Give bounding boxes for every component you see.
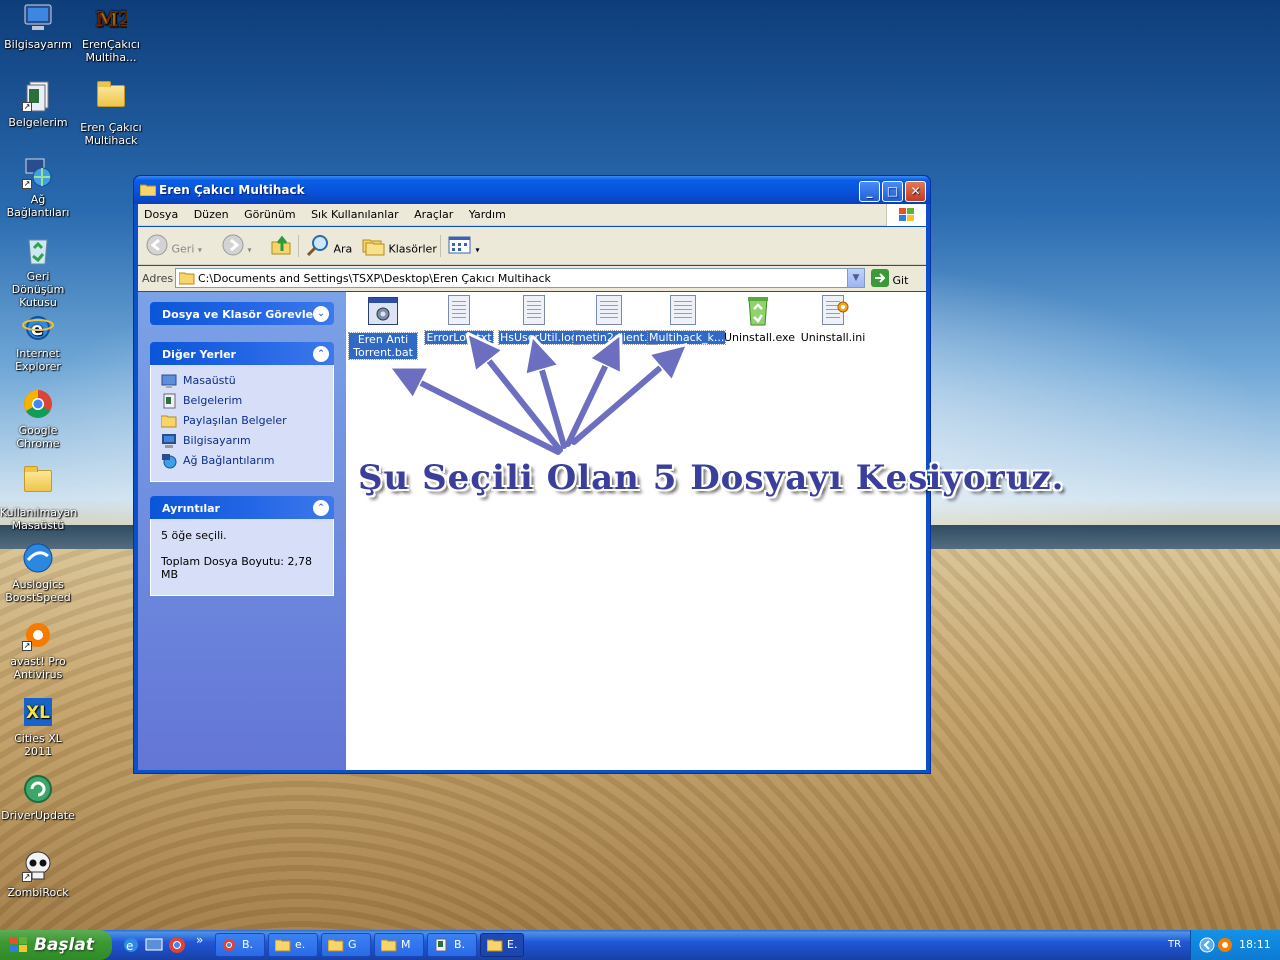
taskbar-item-active[interactable]: E. [480, 933, 524, 957]
language-indicator[interactable]: TR [1168, 939, 1181, 950]
taskbar-item-label: M [401, 938, 411, 951]
quicklaunch-desktop-icon[interactable] [145, 936, 163, 954]
quicklaunch-ie-icon[interactable]: e [122, 936, 140, 954]
tray-app-icon[interactable] [1217, 937, 1233, 956]
taskbar-item[interactable]: G [321, 933, 371, 957]
taskbar-item-label: E. [507, 938, 518, 951]
tray-back-icon[interactable] [1199, 937, 1215, 956]
annotation-caption: Şu Seçili Olan 5 Dosyayı Kesiyoruz. [358, 458, 1065, 498]
taskbar-item[interactable]: M [374, 933, 424, 957]
start-button[interactable]: Başlat [0, 930, 112, 960]
windows-flag-icon [10, 937, 28, 953]
quicklaunch-chrome-icon[interactable] [168, 936, 186, 954]
folder-icon [380, 938, 397, 952]
taskbar-item[interactable]: B. [215, 933, 265, 957]
taskbar: Başlat e » B. e. G M B. E. TR 18:11 [0, 930, 1280, 960]
svg-text:e: e [126, 939, 133, 953]
taskbar-item-label: e. [295, 938, 306, 951]
taskbar-item[interactable]: B. [427, 933, 477, 957]
clock[interactable]: 18:11 [1239, 938, 1271, 951]
folder-icon [274, 938, 291, 952]
chrome-icon [222, 938, 238, 952]
folder-icon [327, 938, 344, 952]
taskbar-item-label: G [348, 938, 357, 951]
notepad-icon [434, 938, 450, 952]
start-label: Başlat [34, 935, 94, 955]
folder-icon [486, 938, 503, 952]
taskbar-item-label: B. [242, 938, 254, 951]
quicklaunch-overflow[interactable]: » [196, 933, 203, 947]
taskbar-item[interactable]: e. [268, 933, 318, 957]
taskbar-item-label: B. [454, 938, 466, 951]
system-tray: 18:11 [1190, 930, 1280, 960]
